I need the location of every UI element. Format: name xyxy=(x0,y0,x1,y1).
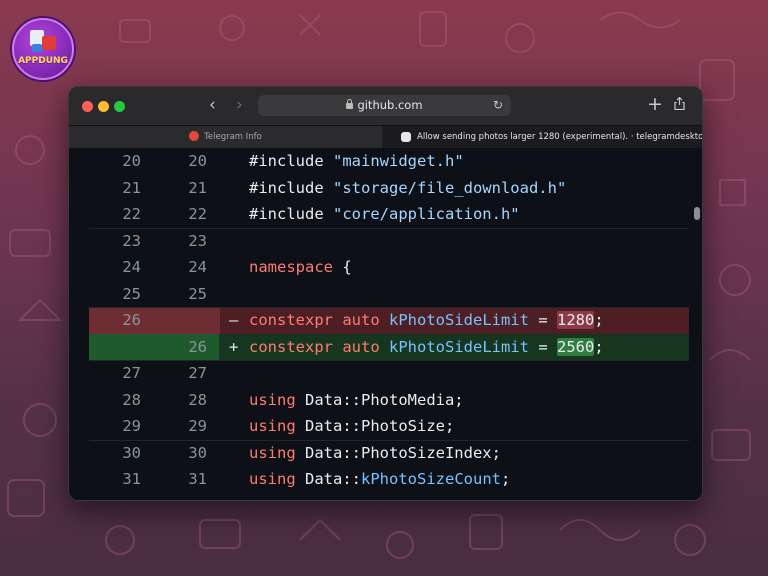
new-line-number[interactable]: 26 xyxy=(155,334,207,361)
share-icon[interactable] xyxy=(674,97,685,110)
diff-row: 27 27 xyxy=(89,360,689,387)
tab-label: Allow sending photos larger 1280 (experi… xyxy=(417,132,702,142)
forward-button[interactable]: › xyxy=(236,95,243,115)
old-line-number[interactable]: 28 xyxy=(89,387,141,414)
new-tab-button[interactable]: + xyxy=(647,93,663,115)
zoom-window-button[interactable] xyxy=(114,101,125,112)
hunk-separator xyxy=(89,227,689,229)
new-line-number[interactable]: 21 xyxy=(155,175,207,202)
scrollbar-track[interactable] xyxy=(692,148,702,500)
new-line-number[interactable]: 28 xyxy=(155,387,207,414)
code-line: namespace { xyxy=(249,258,352,276)
code-line: #include "core/application.h" xyxy=(249,205,520,223)
logo-tile-icon xyxy=(42,36,56,50)
logo-tile-icon xyxy=(32,44,42,52)
address-text: github.com xyxy=(357,98,423,112)
diff-row-deleted: 26 – constexpr auto kPhotoSideLimit = 1280… xyxy=(89,307,689,334)
tab-telegram-info[interactable]: Telegram Info xyxy=(69,126,382,148)
logo-text: APPDUNG xyxy=(18,56,68,66)
scrollbar-thumb[interactable] xyxy=(694,207,700,220)
new-line-number[interactable]: 29 xyxy=(155,413,207,440)
code-line: using Data::kPhotoSizeCount; xyxy=(249,470,511,488)
diff-row: 22 22 #include "core/application.h" xyxy=(89,201,689,228)
new-line-number[interactable]: 25 xyxy=(155,281,207,308)
code-line: #include "storage/file_download.h" xyxy=(249,178,567,197)
old-line-number[interactable]: 29 xyxy=(89,413,141,440)
diff-row: 31 31 using Data::kPhotoSizeCount; xyxy=(89,466,689,493)
diff-row: 24 24 namespace { xyxy=(89,254,689,281)
code-line: using Data::PhotoSize; xyxy=(249,417,455,435)
new-line-number[interactable]: 22 xyxy=(155,201,207,228)
diff-view: 20 20 #include "mainwidget.h" 21 21 #include … xyxy=(69,148,689,500)
diff-row: 29 29 using Data::PhotoSize; xyxy=(89,413,689,440)
hunk-separator xyxy=(89,439,689,441)
old-line-number[interactable]: 26 xyxy=(89,307,141,334)
github-icon xyxy=(401,132,411,142)
close-window-button[interactable] xyxy=(82,101,93,112)
old-line-number[interactable]: 23 xyxy=(89,228,141,255)
code-line: using Data::PhotoSizeIndex; xyxy=(249,443,501,462)
code-line: #include "mainwidget.h" xyxy=(249,152,464,170)
reload-icon[interactable]: ↻ xyxy=(493,95,503,116)
diff-row: 21 21 #include "storage/file_download.h" xyxy=(89,174,689,202)
diff-row: 28 28 using Data::PhotoMedia; xyxy=(89,386,689,414)
code-line: constexpr auto kPhotoSideLimit = 2560; xyxy=(249,337,604,356)
diff-row: 30 30 using Data::PhotoSizeIndex; xyxy=(89,439,689,467)
new-line-number[interactable]: 23 xyxy=(155,228,207,255)
new-line-number[interactable]: 20 xyxy=(155,148,207,175)
code-line: constexpr auto kPhotoSideLimit = 1280; xyxy=(249,311,604,329)
browser-toolbar: ‹ › github.com ↻ + xyxy=(69,87,702,125)
telegram-icon xyxy=(189,130,200,141)
code-line: using Data::PhotoMedia; xyxy=(249,390,464,409)
back-button[interactable]: ‹ xyxy=(209,95,216,115)
diff-row: 20 20 #include "mainwidget.h" xyxy=(89,148,689,175)
minimize-window-button[interactable] xyxy=(98,101,109,112)
diff-row: 23 23 xyxy=(89,227,689,255)
new-line-number[interactable]: 24 xyxy=(155,254,207,281)
browser-window: ‹ › github.com ↻ + Telegram Info Allow s… xyxy=(68,86,703,501)
diff-sign: + xyxy=(229,337,239,356)
lock-icon xyxy=(346,99,354,109)
old-line-number[interactable]: 20 xyxy=(89,148,141,175)
new-line-number[interactable]: 30 xyxy=(155,440,207,467)
hunk-separator xyxy=(89,307,689,308)
address-bar[interactable]: github.com ↻ xyxy=(258,95,511,116)
hunk-separator xyxy=(89,360,689,361)
tab-bar: Telegram Info Allow sending photos large… xyxy=(69,125,702,148)
old-line-number[interactable]: 30 xyxy=(89,440,141,467)
diff-row-added: 26 + constexpr auto kPhotoSideLimit = 2560… xyxy=(89,333,689,361)
new-line-number[interactable]: 27 xyxy=(155,360,207,387)
old-line-number[interactable]: 31 xyxy=(89,466,141,493)
new-line-number[interactable]: 31 xyxy=(155,466,207,493)
old-line-number[interactable]: 22 xyxy=(89,201,141,228)
old-line-number[interactable]: 27 xyxy=(89,360,141,387)
line-number-gutter-old xyxy=(89,333,155,360)
tab-label: Telegram Info xyxy=(204,132,262,142)
diff-row: 25 25 xyxy=(89,280,689,308)
old-line-number[interactable]: 24 xyxy=(89,254,141,281)
tab-github-pr[interactable]: Allow sending photos larger 1280 (experi… xyxy=(383,126,702,148)
old-line-number[interactable]: 21 xyxy=(89,175,141,202)
diff-sign: – xyxy=(229,311,239,329)
old-line-number[interactable]: 25 xyxy=(89,281,141,308)
appdung-logo: APPDUNG xyxy=(12,18,74,80)
